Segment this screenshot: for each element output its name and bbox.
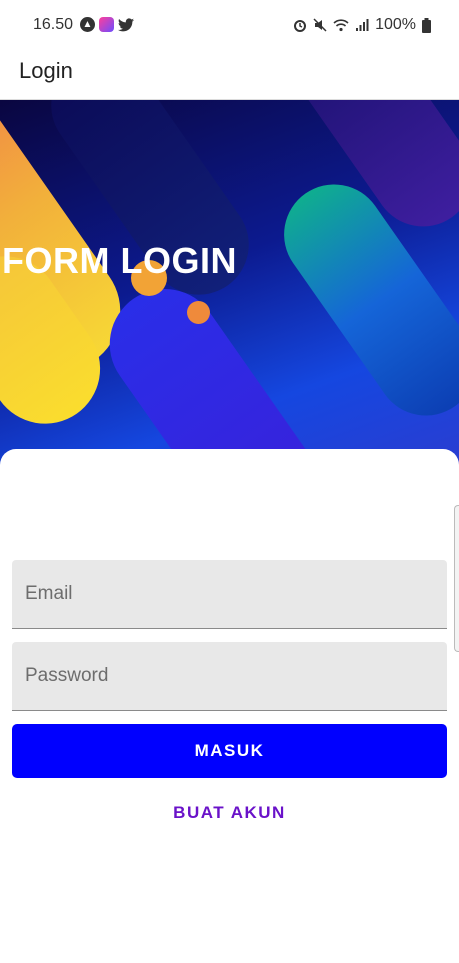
status-system-icons: 100% [293, 16, 431, 34]
wifi-icon [333, 19, 349, 32]
app-bar: Login [0, 50, 459, 100]
mute-icon [313, 18, 327, 32]
email-field[interactable] [12, 560, 447, 629]
signal-icon [356, 19, 369, 31]
alarm-icon [294, 20, 307, 32]
battery-icon [422, 17, 431, 33]
login-button[interactable]: MASUK [12, 724, 447, 778]
android-auto-icon: ▲ [80, 17, 95, 32]
status-bar: 16.50 ▲ 100% [0, 0, 459, 50]
login-screen: 16.50 ▲ 100% Login FORM LOGIN Email MASU… [0, 0, 459, 963]
password-input[interactable] [12, 642, 447, 710]
twitter-icon [118, 17, 134, 31]
password-field[interactable] [12, 642, 447, 711]
banner-dot-orange-small [187, 301, 210, 324]
edge-panel-handle[interactable] [454, 505, 459, 652]
banner-title: FORM LOGIN [2, 240, 237, 281]
status-notification-icons: ▲ [80, 17, 134, 32]
app-notification-icon [99, 17, 114, 32]
status-time: 16.50 [33, 16, 74, 33]
banner-image: FORM LOGIN [0, 100, 459, 465]
page-title: Login [19, 58, 73, 83]
email-input[interactable] [12, 560, 447, 628]
battery-percent: 100% [375, 16, 416, 33]
create-account-button[interactable]: BUAT AKUN [12, 793, 447, 833]
